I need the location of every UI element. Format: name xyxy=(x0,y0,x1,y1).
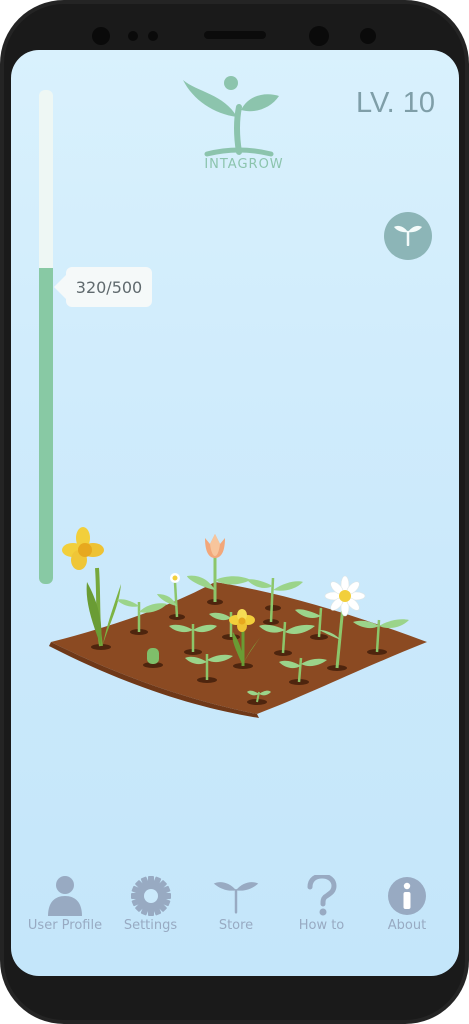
nav-label: About xyxy=(387,918,427,933)
nav-label: Store xyxy=(218,918,254,933)
nav-how-to[interactable]: How to xyxy=(280,874,364,944)
small-cactus xyxy=(147,648,159,664)
phone-sensor xyxy=(360,28,376,44)
phone-speaker xyxy=(204,31,266,39)
nav-settings[interactable]: Settings xyxy=(109,874,193,944)
sprout-icon xyxy=(393,222,423,250)
nav-label: User Profile xyxy=(27,918,103,933)
nav-label: How to xyxy=(298,918,345,933)
nav-label: Settings xyxy=(123,918,178,933)
sprout-icon xyxy=(213,874,259,918)
level-indicator: LV. 10 xyxy=(355,87,435,119)
nav-user-profile[interactable]: User Profile xyxy=(23,874,107,944)
xp-label: 320/500 xyxy=(54,267,152,307)
phone-sensor xyxy=(148,31,158,41)
gear-icon xyxy=(128,874,174,918)
bottom-nav: User Profile Settings Store How to About xyxy=(11,874,459,944)
question-icon xyxy=(299,874,345,918)
xp-progress-bar xyxy=(39,90,53,584)
plant-button[interactable] xyxy=(384,212,432,260)
front-camera xyxy=(309,26,329,46)
phone-frame: INTAGROW LV. 10 320/500 User Profile Set… xyxy=(0,0,469,1024)
app-screen: INTAGROW LV. 10 320/500 User Profile Set… xyxy=(11,50,459,976)
nav-store[interactable]: Store xyxy=(194,874,278,944)
logo-text: INTAGROW xyxy=(204,157,284,172)
garden-plot[interactable] xyxy=(47,520,431,720)
nav-about[interactable]: About xyxy=(365,874,449,944)
info-icon xyxy=(384,874,430,918)
phone-sensor xyxy=(92,27,110,45)
user-icon xyxy=(42,874,88,918)
phone-sensor xyxy=(128,31,138,41)
